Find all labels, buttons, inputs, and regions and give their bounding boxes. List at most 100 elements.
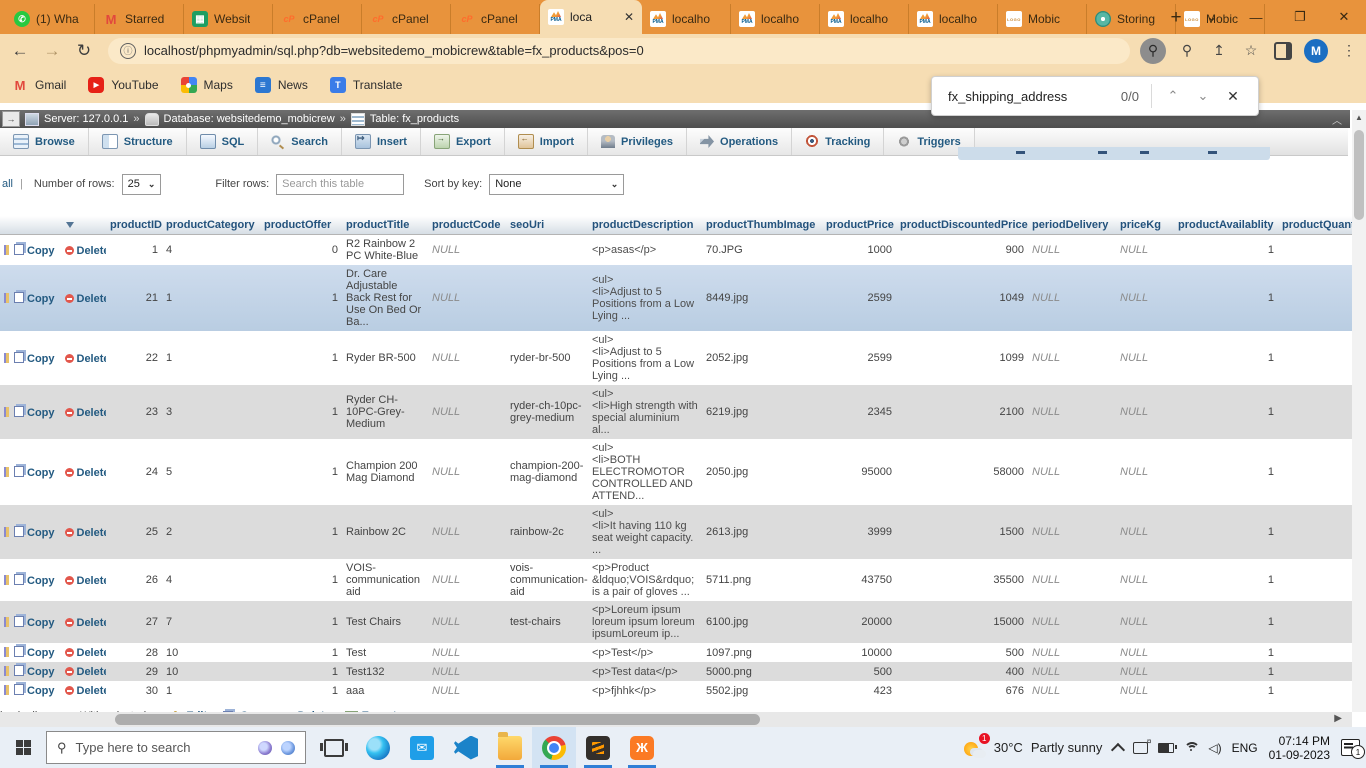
tab-close-icon[interactable]: ✕ bbox=[624, 10, 634, 24]
start-button[interactable] bbox=[0, 727, 46, 768]
tray-expand-icon[interactable] bbox=[1111, 742, 1125, 756]
delete-link[interactable]: Delete bbox=[77, 353, 107, 365]
filter-input[interactable]: Search this table bbox=[276, 174, 404, 195]
column-header-seo[interactable]: seoUri bbox=[506, 216, 588, 235]
menu-kebab-icon[interactable]: ⋮ bbox=[1338, 40, 1360, 62]
column-header-period[interactable]: periodDelivery bbox=[1028, 216, 1116, 235]
copy-link[interactable]: Copy bbox=[27, 647, 55, 659]
close-button[interactable]: ✕ bbox=[1322, 0, 1366, 34]
reload-icon[interactable]: ↻ bbox=[70, 37, 98, 65]
find-close-icon[interactable]: ✕ bbox=[1218, 81, 1248, 111]
copy-link[interactable]: Copy bbox=[27, 407, 55, 419]
column-header-discounted[interactable]: productDiscountedPrice bbox=[896, 216, 1028, 235]
forward-icon[interactable]: → bbox=[38, 37, 66, 65]
share-icon[interactable]: ↥ bbox=[1208, 40, 1230, 62]
bookmark-youtube[interactable]: YouTube bbox=[88, 77, 158, 93]
side-panel-icon[interactable] bbox=[1272, 40, 1294, 62]
copy-link[interactable]: Copy bbox=[27, 293, 55, 305]
browser-tab[interactable]: cPanel bbox=[273, 4, 362, 34]
copy-link[interactable]: Copy bbox=[27, 575, 55, 587]
browser-tab[interactable]: localho bbox=[909, 4, 998, 34]
browser-tab[interactable]: Websit bbox=[184, 4, 273, 34]
address-bar[interactable]: ⓘ localhost/phpmyadmin/sql.php?db=websit… bbox=[108, 38, 1130, 64]
pma-tab-structure[interactable]: Structure bbox=[89, 128, 187, 155]
find-input[interactable]: fx_shipping_address bbox=[948, 89, 1121, 104]
restore-button[interactable]: ❐ bbox=[1278, 0, 1322, 34]
browser-tab[interactable]: cPanel bbox=[451, 4, 540, 34]
browser-tab[interactable]: (1) Wha bbox=[6, 4, 95, 34]
browser-tab[interactable]: loca✕ bbox=[540, 0, 642, 34]
taskbar-app-edge[interactable] bbox=[356, 727, 400, 768]
column-header-thumb[interactable]: productThumbImage bbox=[702, 216, 822, 235]
volume-icon[interactable]: ◁) bbox=[1208, 741, 1221, 755]
find-in-page-icon[interactable]: ⚲ bbox=[1140, 38, 1166, 64]
browser-tab[interactable]: Mobic bbox=[998, 4, 1087, 34]
copy-link[interactable]: Copy bbox=[27, 467, 55, 479]
back-icon[interactable]: ← bbox=[6, 37, 34, 65]
taskbar-search[interactable]: ⚲ Type here to search bbox=[46, 731, 306, 764]
copy-link[interactable]: Copy bbox=[27, 685, 55, 697]
copy-link[interactable]: Copy bbox=[27, 353, 55, 365]
copy-link[interactable]: Copy bbox=[27, 527, 55, 539]
scroll-up-icon[interactable]: ▲ bbox=[1355, 113, 1363, 122]
pma-tab-sql[interactable]: SQL bbox=[187, 128, 259, 155]
column-header-id[interactable]: productID bbox=[106, 216, 162, 235]
horizontal-scrollbar[interactable]: ▶ bbox=[0, 712, 1352, 727]
browser-tab[interactable]: localho bbox=[820, 4, 909, 34]
find-next-icon[interactable]: ⌄ bbox=[1188, 81, 1218, 111]
sort-dropdown-icon[interactable] bbox=[66, 222, 74, 228]
action-center-icon[interactable]: 1 bbox=[1341, 739, 1360, 756]
rows-select[interactable]: 25⌄ bbox=[122, 174, 162, 195]
delete-link[interactable]: Delete bbox=[77, 575, 107, 587]
column-header-code[interactable]: productCode bbox=[428, 216, 506, 235]
copy-link[interactable]: Copy bbox=[27, 617, 55, 629]
pma-tab-export[interactable]: Export bbox=[421, 128, 505, 155]
column-header-pricekg[interactable]: priceKg bbox=[1116, 216, 1174, 235]
taskbar-app-explorer[interactable] bbox=[488, 727, 532, 768]
taskbar-app-xampp[interactable] bbox=[620, 727, 664, 768]
column-header-price[interactable]: productPrice bbox=[822, 216, 896, 235]
sort-select[interactable]: None⌄ bbox=[489, 174, 624, 195]
copy-link[interactable]: Copy bbox=[27, 245, 55, 257]
bookmark-translate[interactable]: Translate bbox=[330, 77, 403, 93]
find-previous-icon[interactable]: ⌃ bbox=[1158, 81, 1188, 111]
browser-tab[interactable]: cPanel bbox=[362, 4, 451, 34]
tablet-mode-icon[interactable] bbox=[1133, 742, 1148, 754]
browser-tab[interactable]: localho bbox=[642, 4, 731, 34]
pma-tab-privileges[interactable]: Privileges bbox=[588, 128, 687, 155]
column-header-avail[interactable]: productAvailablity bbox=[1174, 216, 1278, 235]
taskbar-clock[interactable]: 07:14 PM 01-09-2023 bbox=[1269, 734, 1330, 762]
scroll-top-icon[interactable]: ︿ bbox=[1332, 112, 1342, 127]
taskbar-app-mail[interactable] bbox=[400, 727, 444, 768]
weather-widget[interactable]: 1 30°C Partly sunny bbox=[964, 738, 1103, 758]
taskbar-app-taskview[interactable] bbox=[312, 727, 356, 768]
pma-tab-tracking[interactable]: Tracking bbox=[792, 128, 884, 155]
vertical-scroll-thumb[interactable] bbox=[1354, 130, 1364, 220]
language-indicator[interactable]: ENG bbox=[1232, 741, 1258, 755]
delete-link[interactable]: Delete bbox=[77, 685, 107, 697]
delete-link[interactable]: Delete bbox=[77, 666, 107, 678]
horizontal-scroll-thumb[interactable] bbox=[115, 714, 760, 725]
zoom-icon[interactable]: ⚲ bbox=[1176, 40, 1198, 62]
taskbar-app-sublime[interactable] bbox=[576, 727, 620, 768]
copy-link[interactable]: Copy bbox=[27, 666, 55, 678]
pma-tab-search[interactable]: Search bbox=[258, 128, 342, 155]
pma-tab-operations[interactable]: Operations bbox=[687, 128, 792, 155]
taskbar-app-chrome[interactable] bbox=[532, 727, 576, 768]
scroll-right-icon[interactable]: ▶ bbox=[1334, 713, 1342, 724]
column-header-desc[interactable]: productDescription bbox=[588, 216, 702, 235]
bookmark-maps[interactable]: Maps bbox=[181, 77, 233, 93]
delete-link[interactable]: Delete bbox=[77, 407, 107, 419]
taskbar-app-vscode[interactable] bbox=[444, 727, 488, 768]
delete-link[interactable]: Delete bbox=[77, 293, 107, 305]
url-text[interactable]: localhost/phpmyadmin/sql.php?db=websited… bbox=[144, 43, 644, 58]
breadcrumb-table[interactable]: Table: fx_products bbox=[370, 113, 459, 125]
column-header-category[interactable]: productCategory bbox=[162, 216, 260, 235]
delete-link[interactable]: Delete bbox=[77, 467, 107, 479]
pma-tab-browse[interactable]: Browse bbox=[0, 128, 89, 155]
bookmark-star-icon[interactable]: ☆ bbox=[1240, 40, 1262, 62]
minimize-button[interactable]: — bbox=[1234, 0, 1278, 34]
column-header-title[interactable]: productTitle bbox=[342, 216, 428, 235]
browser-tab[interactable]: localho bbox=[731, 4, 820, 34]
delete-link[interactable]: Delete bbox=[77, 245, 107, 257]
